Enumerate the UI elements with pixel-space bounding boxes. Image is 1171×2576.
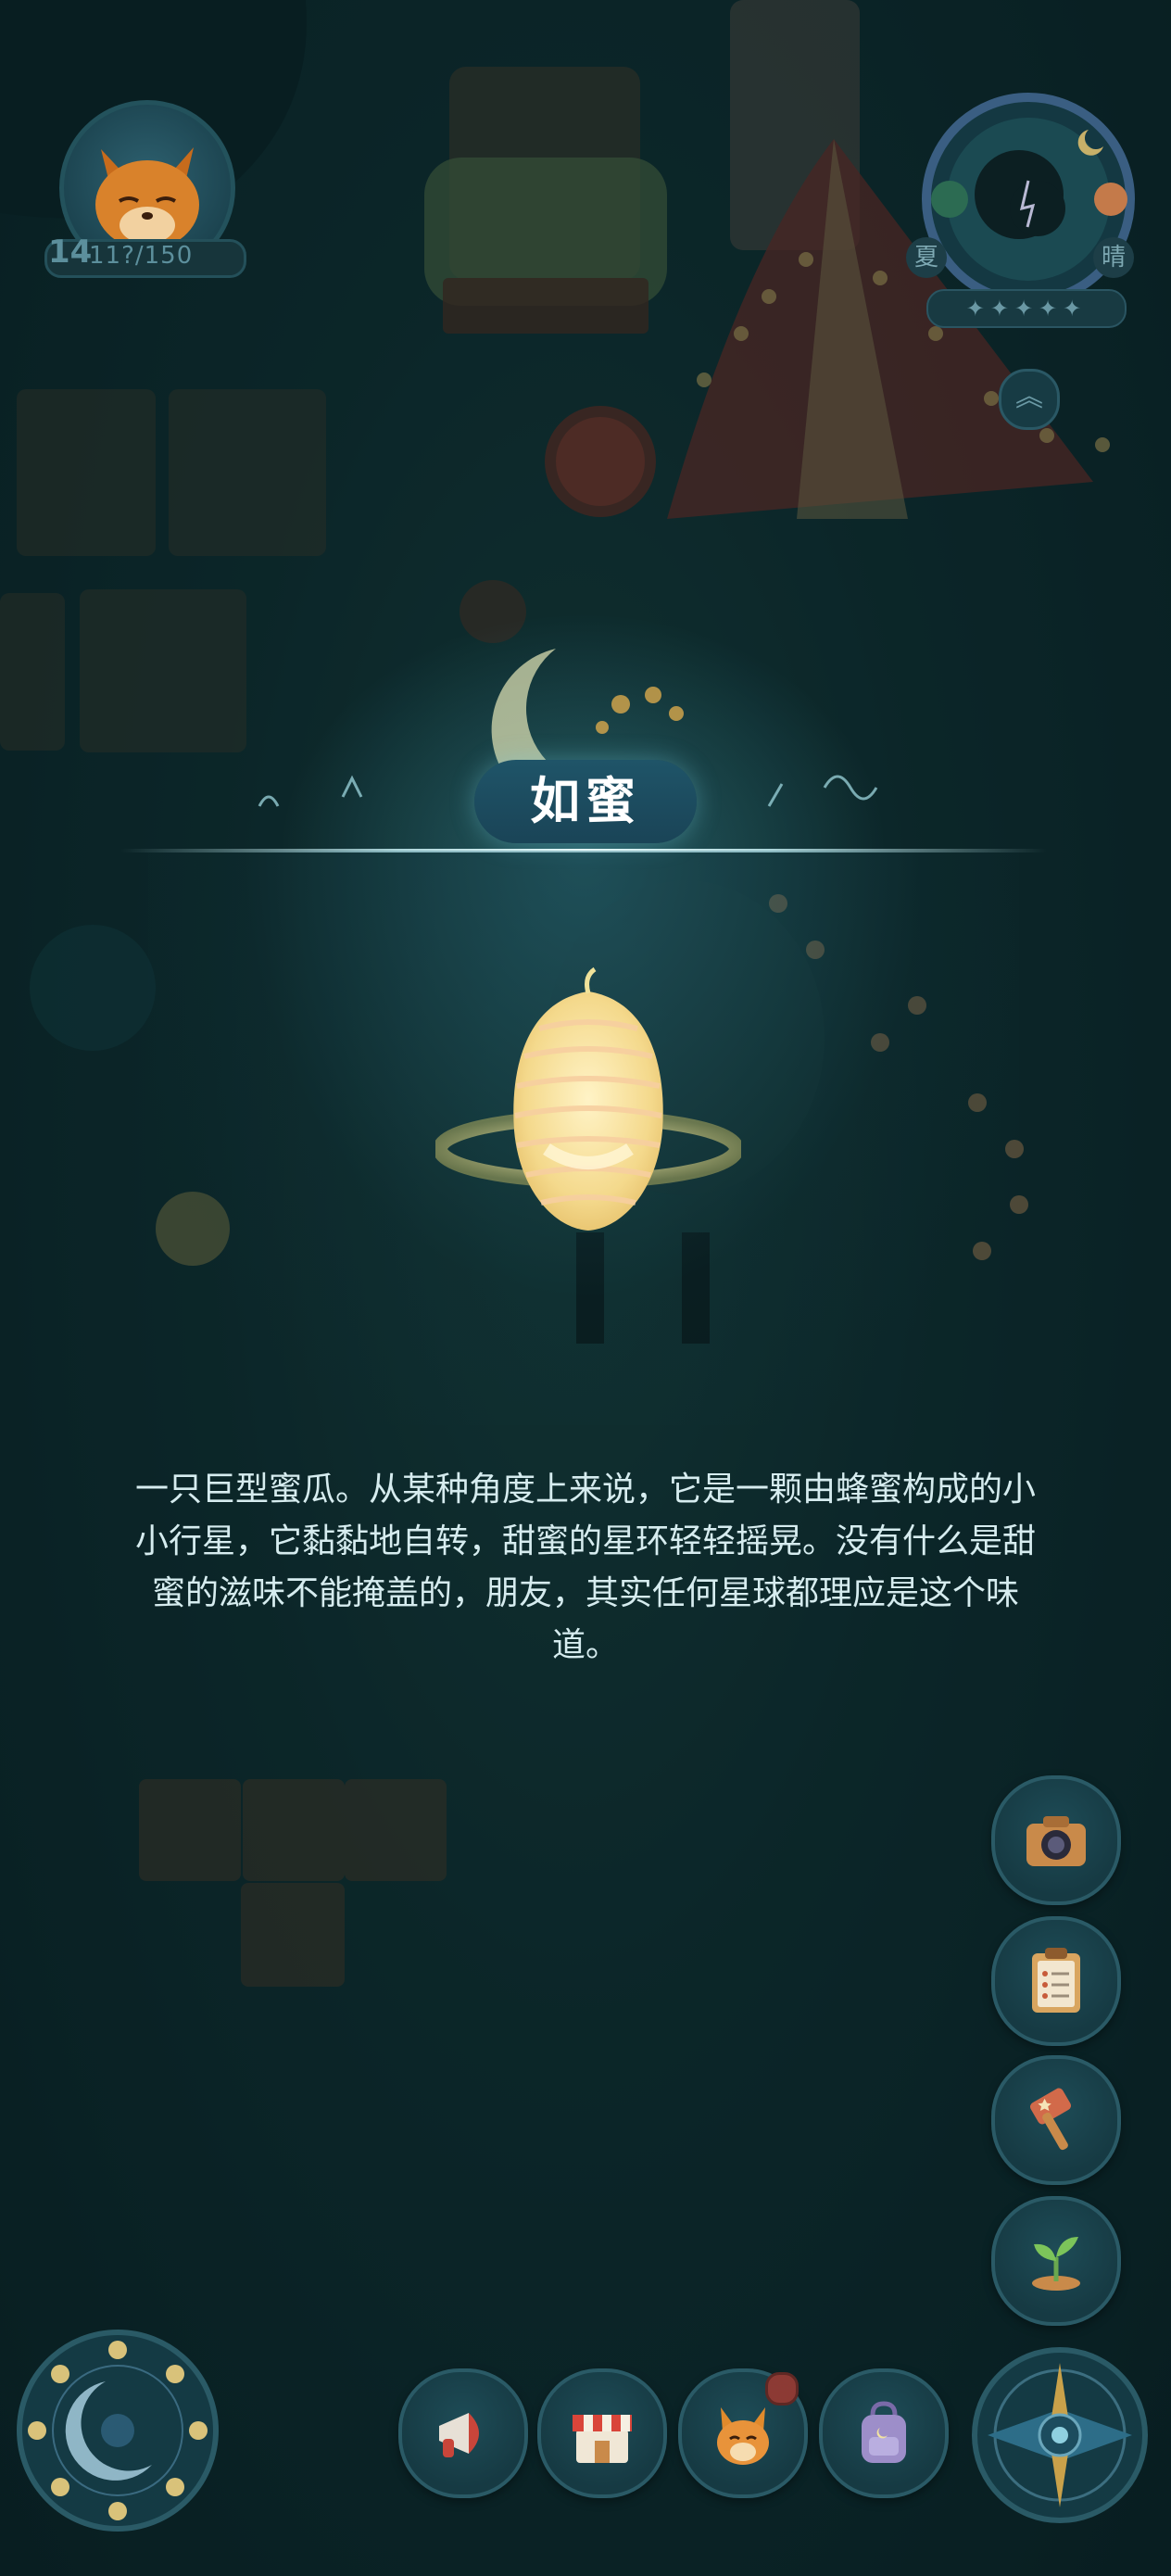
game-scene: 14 11?/150 夏 晴 ✦✦✦✦✦ ︽ 如蜜 一只巨型蜜瓜。从某种角度上来…	[0, 0, 1171, 2576]
notification-badge	[765, 2372, 799, 2406]
item-description: 一只巨型蜜瓜。从某种角度上来说，它是一颗由蜂蜜构成的小小行星，它黏黏地自转，甜蜜…	[134, 1471, 1036, 1664]
backpack-button[interactable]	[819, 2368, 949, 2498]
clipboard-icon	[1032, 1948, 1080, 2013]
player-exp: 11?/150	[89, 242, 194, 270]
fox-icon	[717, 2407, 769, 2465]
moon-phase-menu-button[interactable]	[13, 2326, 222, 2535]
shop-button[interactable]	[537, 2368, 667, 2498]
season-label: 夏	[906, 237, 947, 278]
item-title: 如蜜	[530, 772, 641, 830]
camera-button[interactable]	[991, 1775, 1121, 1905]
build-button[interactable]	[991, 2055, 1121, 2185]
backpack-icon	[862, 2401, 906, 2463]
sprout-icon	[1032, 2237, 1080, 2291]
expand-up-button[interactable]: ︽	[999, 369, 1060, 430]
announcement-button[interactable]	[398, 2368, 528, 2498]
plant-button[interactable]	[991, 2196, 1121, 2326]
season-stars: ✦✦✦✦✦	[926, 289, 1127, 328]
weather-label: 晴	[1093, 237, 1134, 278]
shop-icon	[573, 2415, 632, 2463]
player-level: 14	[48, 234, 93, 271]
camera-icon	[1026, 1816, 1086, 1866]
double-chevron-up-icon: ︽	[1015, 381, 1043, 413]
task-list-button[interactable]	[991, 1916, 1121, 2046]
hammer-icon	[1030, 2088, 1071, 2151]
megaphone-icon	[439, 2413, 479, 2457]
compass-button[interactable]	[969, 2344, 1151, 2526]
honey-melon-planet-icon	[435, 966, 741, 1231]
